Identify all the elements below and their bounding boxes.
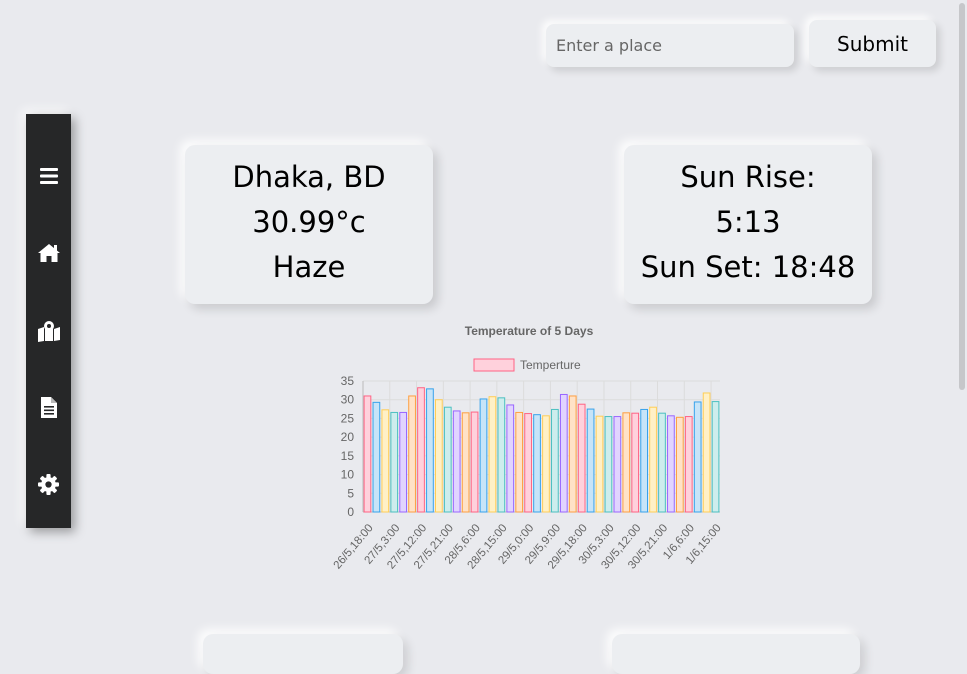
chart-bar xyxy=(426,388,434,513)
sunrise-time: 5:13 xyxy=(715,205,781,239)
chart-bar xyxy=(506,404,515,513)
chart-bar xyxy=(595,415,604,513)
chart-bar xyxy=(452,410,461,513)
chart-bar xyxy=(470,411,479,513)
map-icon xyxy=(37,321,60,342)
page-scrollbar[interactable] xyxy=(959,3,965,390)
sunset-text: Sun Set: 18:48 xyxy=(640,250,856,284)
y-tick-label: 5 xyxy=(347,486,354,500)
chart-bar xyxy=(640,408,648,513)
chart-bar xyxy=(381,409,390,513)
chart-bar xyxy=(702,392,711,513)
menu-icon xyxy=(39,168,58,184)
chart-bar xyxy=(515,411,524,513)
y-tick-label: 0 xyxy=(347,505,354,519)
sidebar-menu-button[interactable] xyxy=(26,156,71,196)
legend-label: Temperture xyxy=(520,358,581,372)
chart-bar xyxy=(408,395,416,513)
sidebar-item-documents[interactable] xyxy=(26,387,71,427)
chart-bar xyxy=(577,403,586,513)
chart-bar xyxy=(711,401,720,513)
chart-bar xyxy=(568,395,577,513)
chart-bar xyxy=(488,396,497,513)
chart-bar xyxy=(693,401,702,513)
y-tick-label: 20 xyxy=(341,430,355,444)
gear-icon xyxy=(38,473,59,495)
chart-title: Temperature of 5 Days xyxy=(465,324,594,338)
chart-bar xyxy=(435,399,443,513)
chart-bar xyxy=(631,412,640,513)
sunrise-label: Sun Rise: xyxy=(680,160,816,194)
weather-condition: Haze xyxy=(272,250,346,284)
weather-card: Dhaka, BD 30.99°c Haze xyxy=(185,145,433,304)
home-icon xyxy=(37,244,60,262)
bottom-card-left xyxy=(203,634,403,674)
y-tick-label: 30 xyxy=(341,393,355,407)
sidebar xyxy=(26,114,71,528)
chart-bar xyxy=(658,412,666,513)
chart-bar xyxy=(667,415,675,513)
temperature-value: 30.99°c xyxy=(252,205,366,239)
sidebar-item-home[interactable] xyxy=(26,233,71,273)
chart-bar xyxy=(604,416,613,513)
search-input[interactable] xyxy=(546,24,794,67)
chart-bar xyxy=(390,411,399,513)
chart-bar xyxy=(399,411,408,513)
chart-bar xyxy=(649,406,657,513)
chart-bar xyxy=(675,416,684,513)
chart-bar xyxy=(497,397,506,513)
submit-button[interactable]: Submit xyxy=(809,20,936,67)
sidebar-item-map[interactable] xyxy=(26,311,71,351)
chart-bar xyxy=(443,406,452,513)
chart-bar xyxy=(542,415,550,513)
chart-bar xyxy=(533,414,541,513)
chart-bar xyxy=(684,416,693,513)
chart-bar xyxy=(551,408,559,513)
y-tick-label: 25 xyxy=(341,411,355,425)
sidebar-item-settings[interactable] xyxy=(26,464,71,504)
chart-bar xyxy=(363,395,372,513)
legend-swatch xyxy=(473,358,515,372)
chart-bar xyxy=(559,393,568,513)
y-tick-label: 35 xyxy=(341,374,355,388)
chart-bar xyxy=(586,408,595,513)
chart-bar xyxy=(613,416,622,513)
chart-bar xyxy=(622,412,631,513)
y-tick-label: 15 xyxy=(341,449,355,463)
chart-bar xyxy=(479,398,488,513)
chart-bar xyxy=(417,387,425,513)
y-tick-label: 10 xyxy=(341,468,355,482)
temperature-chart: Temperature of 5 Days Temperture 0 5 10 15 20 2… xyxy=(332,324,724,572)
chart-bar xyxy=(524,413,532,513)
chart-bar xyxy=(461,412,470,513)
document-icon xyxy=(40,396,57,418)
bottom-card-right xyxy=(612,634,860,674)
chart-bar xyxy=(372,401,381,513)
sun-card: Sun Rise: 5:13 Sun Set: 18:48 xyxy=(624,145,872,304)
location-name: Dhaka, BD xyxy=(232,160,386,194)
